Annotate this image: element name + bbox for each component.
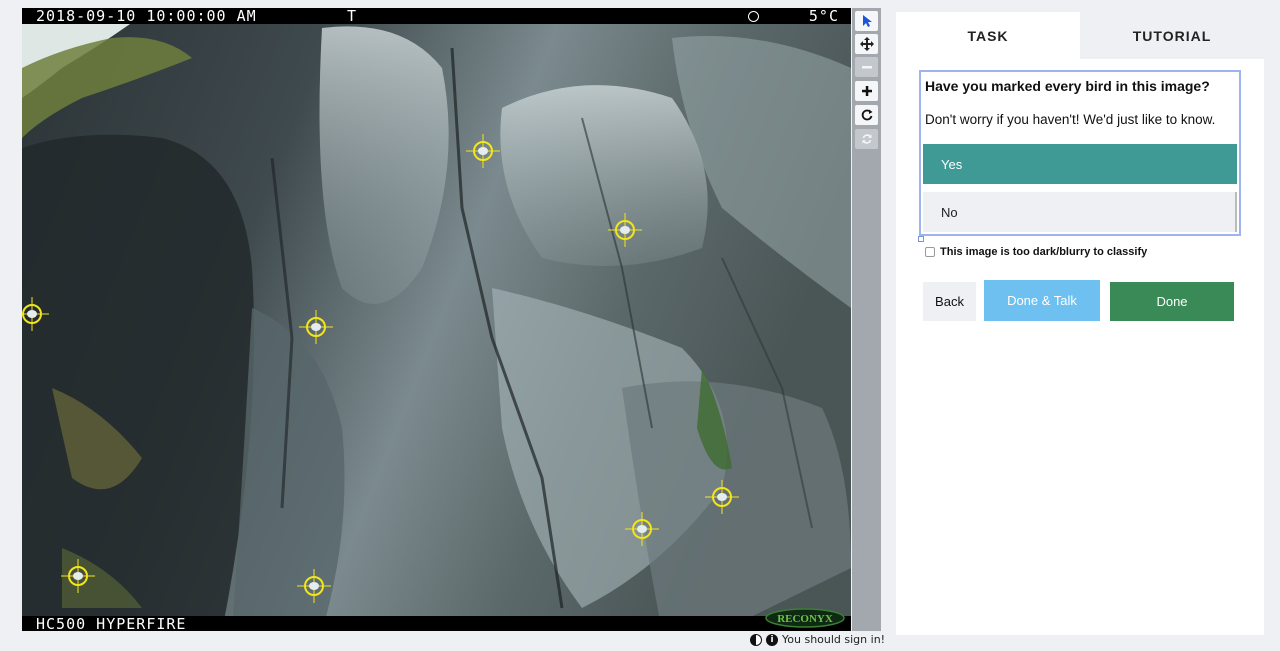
reconyx-logo: RECONYX [765, 608, 845, 628]
reset-icon [862, 134, 871, 144]
move-icon [859, 37, 874, 51]
task-panel: TASK TUTORIAL Have you marked every bird… [896, 12, 1264, 635]
answer-yes-button[interactable]: Yes [923, 144, 1237, 184]
moon-phase-icon [748, 11, 759, 22]
back-button[interactable]: Back [923, 282, 976, 321]
task-help-text: Don't worry if you haven't! We'd just li… [925, 112, 1216, 127]
answer-no-button[interactable]: No [923, 192, 1237, 232]
image-toolbar [852, 8, 881, 631]
zoom-in-button[interactable] [855, 81, 878, 101]
invert-icon[interactable] [750, 633, 762, 646]
camera-flag: T [347, 8, 358, 25]
bird-marker[interactable] [61, 559, 95, 593]
camera-temperature: 5°C [808, 8, 839, 25]
rotate-icon [861, 109, 872, 121]
rotate-button[interactable] [855, 105, 878, 125]
resize-handle[interactable] [918, 236, 924, 242]
bird-marker[interactable] [625, 512, 659, 546]
bird-marker[interactable] [22, 297, 49, 331]
dark-image-option[interactable]: This image is too dark/blurry to classif… [925, 246, 1147, 258]
pointer-icon [862, 15, 872, 27]
done-button[interactable]: Done [1110, 282, 1234, 321]
cliff-photo[interactable] [22, 8, 851, 631]
pointer-tool-button[interactable] [855, 11, 878, 31]
info-icon[interactable]: i [766, 633, 778, 646]
camera-info-bar: 2018-09-10 10:00:00 AM T 5°C [22, 8, 851, 24]
move-tool-button[interactable] [855, 34, 878, 54]
tab-tutorial[interactable]: TUTORIAL [1080, 12, 1264, 59]
done-and-talk-button[interactable]: Done & Talk [984, 280, 1100, 321]
camera-model: HC500 HYPERFIRE [36, 615, 187, 631]
bird-marker[interactable] [466, 134, 500, 168]
signin-notice: i You should sign in! [750, 633, 885, 646]
subject-image-viewer[interactable]: 2018-09-10 10:00:00 AM T 5°C HC500 HYPER… [22, 8, 851, 631]
panel-tabs: TASK TUTORIAL [896, 12, 1264, 59]
dark-image-checkbox[interactable] [925, 247, 935, 257]
bird-marker[interactable] [608, 213, 642, 247]
tab-task[interactable]: TASK [896, 12, 1080, 59]
reconyx-logo-text: RECONYX [777, 613, 833, 625]
zoom-in-icon [861, 86, 872, 96]
signin-text[interactable]: You should sign in! [782, 633, 885, 646]
camera-model-bar: HC500 HYPERFIRE [22, 616, 851, 631]
zoom-out-button[interactable] [855, 57, 878, 77]
bird-marker[interactable] [299, 310, 333, 344]
bird-marker[interactable] [705, 480, 739, 514]
dark-image-label[interactable]: This image is too dark/blurry to classif… [940, 246, 1147, 258]
camera-datetime: 2018-09-10 10:00:00 AM [36, 8, 257, 25]
task-question: Have you marked every bird in this image… [925, 78, 1210, 94]
question-box: Have you marked every bird in this image… [918, 70, 1241, 242]
zoom-out-icon [861, 66, 872, 69]
reset-view-button[interactable] [855, 129, 878, 149]
bird-marker[interactable] [297, 569, 331, 603]
